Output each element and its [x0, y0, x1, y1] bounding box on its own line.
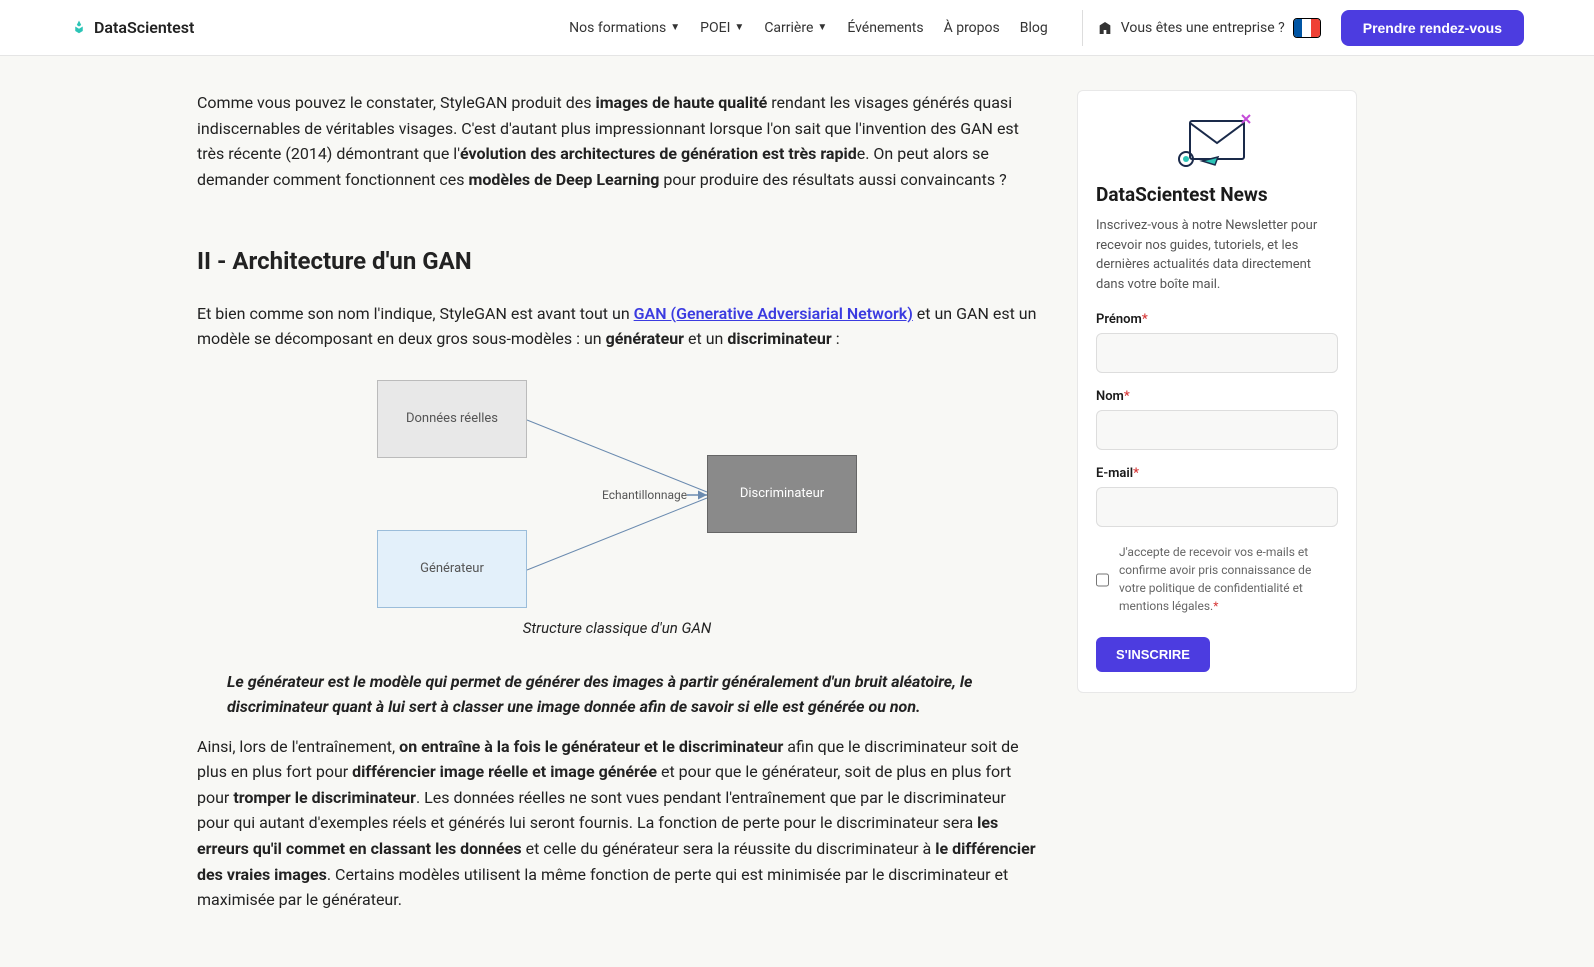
nav-evenements[interactable]: Événements — [847, 20, 923, 36]
nav-carriere[interactable]: Carrière▼ — [764, 20, 827, 36]
consent-text: J'accepte de recevoir vos e-mails et con… — [1119, 543, 1338, 615]
lastname-input[interactable] — [1096, 410, 1338, 450]
nav-poei[interactable]: POEI▼ — [700, 20, 744, 36]
diagram-box-real-data: Données réelles — [377, 380, 527, 458]
chevron-down-icon: ▼ — [734, 22, 744, 33]
lastname-label: Nom* — [1096, 389, 1338, 404]
main-nav: Nos formations▼ POEI▼ Carrière▼ Événemen… — [569, 20, 1048, 36]
paragraph-training: Ainsi, lors de l'entraînement, on entraî… — [197, 734, 1037, 913]
article-content: Comme vous pouvez le constater, StyleGAN… — [197, 90, 1037, 927]
gan-diagram: Données réelles Générateur Discriminateu… — [367, 380, 867, 610]
nav-blog[interactable]: Blog — [1020, 20, 1048, 36]
diagram-sampling-label: Echantillonnage — [602, 486, 687, 505]
building-icon — [1097, 20, 1113, 36]
firstname-label: Prénom* — [1096, 312, 1338, 327]
envelope-illustration-icon — [1172, 111, 1262, 171]
generator-quote: Le générateur est le modèle qui permet d… — [227, 670, 1007, 720]
paragraph-gan-definition: Et bien comme son nom l'indique, StyleGA… — [197, 301, 1037, 352]
sidebar: DataScientest News Inscrivez-vous à notr… — [1077, 90, 1357, 927]
diagram-box-generator: Générateur — [377, 530, 527, 608]
logo[interactable]: DataScientest — [70, 18, 194, 37]
consent-checkbox[interactable] — [1096, 545, 1109, 615]
divider — [1082, 10, 1083, 46]
cta-rendezvous-button[interactable]: Prendre rendez-vous — [1341, 10, 1524, 46]
chevron-down-icon: ▼ — [817, 22, 827, 33]
diagram-box-discriminator: Discriminateur — [707, 455, 857, 533]
language-flag-fr[interactable] — [1293, 18, 1321, 38]
subscribe-button[interactable]: S'INSCRIRE — [1096, 637, 1210, 672]
intro-paragraph: Comme vous pouvez le constater, StyleGAN… — [197, 90, 1037, 192]
newsletter-card: DataScientest News Inscrivez-vous à notr… — [1077, 90, 1357, 693]
company-link[interactable]: Vous êtes une entreprise ? — [1097, 20, 1285, 36]
firstname-input[interactable] — [1096, 333, 1338, 373]
logo-text: DataScientest — [94, 18, 194, 37]
email-input[interactable] — [1096, 487, 1338, 527]
newsletter-description: Inscrivez-vous à notre Newsletter pour r… — [1096, 216, 1338, 294]
section-heading-architecture: II - Architecture d'un GAN — [197, 242, 1037, 280]
gan-link[interactable]: GAN (Generative Adversiarial Network) — [634, 304, 913, 323]
chevron-down-icon: ▼ — [670, 22, 680, 33]
nav-apropos[interactable]: À propos — [944, 20, 1000, 36]
newsletter-title: DataScientest News — [1096, 183, 1338, 206]
nav-formations[interactable]: Nos formations▼ — [569, 20, 680, 36]
logo-icon — [70, 19, 88, 37]
email-label: E-mail* — [1096, 466, 1338, 481]
consent-row: J'accepte de recevoir vos e-mails et con… — [1096, 543, 1338, 615]
diagram-caption: Structure classique d'un GAN — [197, 616, 1037, 640]
header: DataScientest Nos formations▼ POEI▼ Carr… — [0, 0, 1594, 56]
